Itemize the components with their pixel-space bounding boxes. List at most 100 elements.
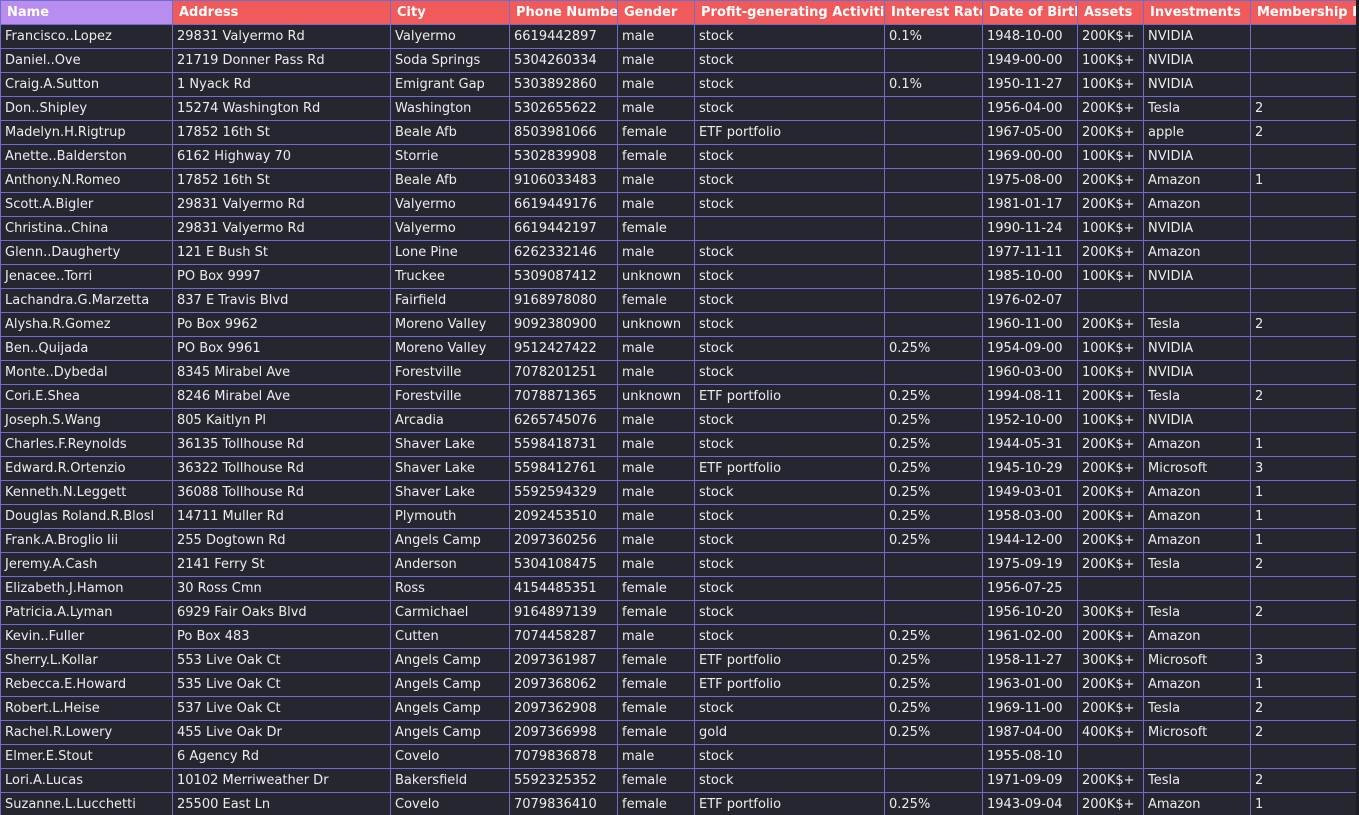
table-cell[interactable]: stock (694, 168, 885, 193)
table-row[interactable]: Elizabeth.J.Hamon 30 Ross Cmn Ross 41544853… (0, 576, 1359, 601)
table-cell[interactable]: 2092453510 (509, 504, 618, 529)
table-cell[interactable]: 6 Agency Rd (172, 744, 391, 769)
table-cell[interactable]: 100K$+ (1077, 216, 1144, 241)
table-cell[interactable]: 8246 Mirabel Ave (172, 384, 391, 409)
table-row[interactable]: Edward.R.Ortenzio 36322 Tollhouse Rd Shave… (0, 456, 1359, 481)
table-cell[interactable]: 1955-08-10 (982, 744, 1078, 769)
table-cell[interactable]: 200K$+ (1077, 696, 1144, 721)
table-cell[interactable]: stock (694, 24, 885, 49)
table-cell[interactable]: 1987-04-00 (982, 720, 1078, 745)
table-cell[interactable]: 553 Live Oak Ct (172, 648, 391, 673)
table-cell[interactable]: 0.25% (884, 480, 983, 505)
table-cell[interactable]: 1994-08-11 (982, 384, 1078, 409)
table-cell[interactable]: stock (694, 624, 885, 649)
table-cell[interactable] (1250, 408, 1359, 433)
table-cell[interactable]: 200K$+ (1077, 432, 1144, 457)
table-row[interactable]: Jenacee..Torri PO Box 9997 Truckee 53090874… (0, 264, 1359, 289)
table-cell[interactable]: Emigrant Gap (390, 72, 510, 97)
table-cell[interactable]: Don..Shipley (0, 96, 173, 121)
table-cell[interactable]: Christina..China (0, 216, 173, 241)
table-cell[interactable]: female (617, 792, 695, 815)
table-cell[interactable]: Covelo (390, 744, 510, 769)
table-cell[interactable]: 1956-07-25 (982, 576, 1078, 601)
table-cell[interactable]: male (617, 360, 695, 385)
column-header[interactable]: Investments (1143, 0, 1251, 25)
table-cell[interactable]: 15274 Washington Rd (172, 96, 391, 121)
table-cell[interactable]: Frank.A.Broglio Iii (0, 528, 173, 553)
table-cell[interactable]: Amazon (1143, 240, 1251, 265)
table-cell[interactable]: stock (694, 528, 885, 553)
table-cell[interactable]: Patricia.A.Lyman (0, 600, 173, 625)
table-cell[interactable]: 36088 Tollhouse Rd (172, 480, 391, 505)
table-cell[interactable]: 5302655622 (509, 96, 618, 121)
table-cell[interactable] (884, 96, 983, 121)
table-cell[interactable] (1077, 744, 1144, 769)
table-cell[interactable]: 1969-11-00 (982, 696, 1078, 721)
table-cell[interactable]: 5592325352 (509, 768, 618, 793)
table-cell[interactable]: Soda Springs (390, 48, 510, 73)
table-cell[interactable]: male (617, 192, 695, 217)
table-row[interactable]: Douglas Roland.R.Blosl 14711 Muller Rd Ply… (0, 504, 1359, 529)
column-header[interactable]: Address (172, 0, 391, 25)
column-header[interactable]: Membership Pr (1250, 0, 1359, 25)
table-cell[interactable]: male (617, 240, 695, 265)
table-cell[interactable]: 100K$+ (1077, 48, 1144, 73)
table-cell[interactable]: 1 (1250, 792, 1359, 815)
table-cell[interactable]: gold (694, 720, 885, 745)
table-row[interactable]: Frank.A.Broglio Iii 255 Dogtown Rd Angels … (0, 528, 1359, 553)
column-header[interactable]: Interest Rate (884, 0, 983, 25)
table-cell[interactable]: female (617, 672, 695, 697)
table-cell[interactable]: 0.25% (884, 696, 983, 721)
table-cell[interactable]: 29831 Valyermo Rd (172, 24, 391, 49)
table-cell[interactable]: 2 (1250, 768, 1359, 793)
table-cell[interactable]: Carmichael (390, 600, 510, 625)
table-cell[interactable] (1250, 144, 1359, 169)
table-cell[interactable]: 1 (1250, 528, 1359, 553)
table-cell[interactable]: male (617, 432, 695, 457)
table-cell[interactable]: 1990-11-24 (982, 216, 1078, 241)
table-cell[interactable]: Suzanne.L.Lucchetti (0, 792, 173, 815)
table-row[interactable]: Alysha.R.Gomez Po Box 9962 Moreno Valley 90… (0, 312, 1359, 337)
table-cell[interactable]: Tesla (1143, 96, 1251, 121)
table-cell[interactable]: ETF portfolio (694, 120, 885, 145)
table-cell[interactable]: Moreno Valley (390, 336, 510, 361)
table-cell[interactable] (884, 768, 983, 793)
table-cell[interactable]: Angels Camp (390, 648, 510, 673)
table-cell[interactable]: 1949-00-00 (982, 48, 1078, 73)
table-cell[interactable]: 1 (1250, 672, 1359, 697)
table-cell[interactable]: male (617, 480, 695, 505)
table-cell[interactable]: 1 (1250, 504, 1359, 529)
table-cell[interactable]: Cutten (390, 624, 510, 649)
table-cell[interactable]: 200K$+ (1077, 384, 1144, 409)
table-cell[interactable]: 6162 Highway 70 (172, 144, 391, 169)
table-cell[interactable]: 6619442197 (509, 216, 618, 241)
table-cell[interactable]: NVIDIA (1143, 72, 1251, 97)
table-cell[interactable]: 1943-09-04 (982, 792, 1078, 815)
table-cell[interactable]: 21719 Donner Pass Rd (172, 48, 391, 73)
table-cell[interactable]: Edward.R.Ortenzio (0, 456, 173, 481)
table-cell[interactable]: Ben..Quijada (0, 336, 173, 361)
table-cell[interactable]: Lone Pine (390, 240, 510, 265)
table-cell[interactable]: Beale Afb (390, 168, 510, 193)
table-cell[interactable]: male (617, 456, 695, 481)
table-cell[interactable]: 1961-02-00 (982, 624, 1078, 649)
table-cell[interactable]: 5304108475 (509, 552, 618, 577)
table-cell[interactable]: Po Box 483 (172, 624, 391, 649)
table-cell[interactable]: 9092380900 (509, 312, 618, 337)
table-cell[interactable]: Storrie (390, 144, 510, 169)
table-cell[interactable] (694, 216, 885, 241)
table-cell[interactable]: 29831 Valyermo Rd (172, 216, 391, 241)
table-cell[interactable] (1077, 288, 1144, 313)
table-cell[interactable]: Amazon (1143, 168, 1251, 193)
table-cell[interactable]: 1952-10-00 (982, 408, 1078, 433)
table-cell[interactable]: 200K$+ (1077, 672, 1144, 697)
table-cell[interactable]: Shaver Lake (390, 456, 510, 481)
table-row[interactable]: Monte..Dybedal 8345 Mirabel Ave Forestvill… (0, 360, 1359, 385)
table-cell[interactable]: stock (694, 744, 885, 769)
table-cell[interactable]: Beale Afb (390, 120, 510, 145)
table-cell[interactable]: 0.25% (884, 384, 983, 409)
table-cell[interactable]: 7078201251 (509, 360, 618, 385)
table-cell[interactable] (884, 576, 983, 601)
table-cell[interactable] (884, 48, 983, 73)
table-cell[interactable]: Ross (390, 576, 510, 601)
